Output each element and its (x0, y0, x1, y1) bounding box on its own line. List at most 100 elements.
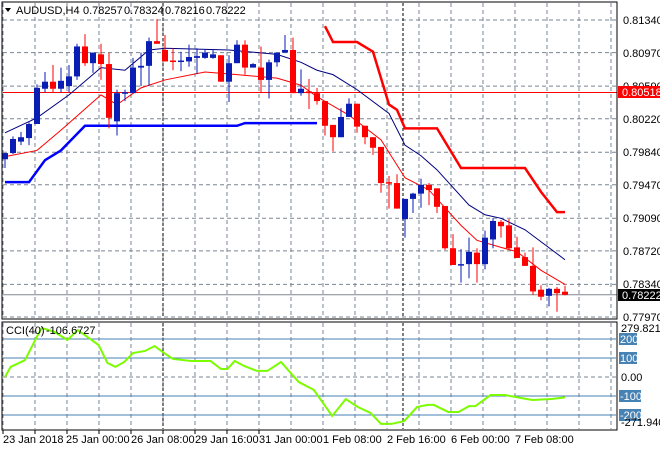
cci-level-label: 100 (620, 353, 638, 365)
candle-body (194, 56, 200, 58)
price-panel[interactable] (2, 19, 617, 312)
bearish-candle (170, 48, 176, 71)
candle-body (506, 225, 512, 249)
bullish-candle (122, 89, 128, 102)
candle-body (58, 80, 64, 89)
candle-body (50, 81, 56, 89)
time-tick: 6 Feb 00:00 (451, 434, 510, 446)
bearish-candle (506, 219, 512, 251)
close-value: 0.78222 (206, 5, 246, 17)
alert-price-label: 0.80518 (622, 87, 660, 99)
candle-body (434, 188, 440, 207)
candle-body (154, 41, 160, 44)
high-value: 0.78324 (124, 5, 164, 17)
candle-body (274, 52, 280, 63)
candle-body (314, 93, 320, 102)
candle-body (122, 92, 128, 94)
candle-body (546, 288, 552, 296)
candle-body (354, 103, 360, 127)
candle-body (146, 41, 152, 66)
bearish-candle (330, 124, 336, 152)
candle-body (322, 101, 328, 126)
price-tick: 0.79470 (623, 180, 660, 192)
candle-body (114, 93, 120, 122)
bearish-candle (218, 55, 224, 82)
cci-value: -106.6727 (46, 325, 96, 337)
cci-level-label: 200 (620, 334, 638, 346)
bearish-candle (498, 220, 504, 238)
bullish-candle (26, 122, 32, 146)
bullish-candle (146, 37, 152, 87)
bullish-candle (202, 49, 208, 59)
candle-body (306, 91, 312, 94)
cci-level-label: -100 (620, 391, 642, 403)
bearish-candle (242, 40, 248, 75)
cci-min-label: -271.9403 (621, 417, 660, 429)
bullish-candle (490, 218, 496, 249)
candle-body (386, 182, 392, 184)
candle-body (482, 237, 488, 265)
cci-panel[interactable] (3, 326, 616, 425)
candle-body (10, 138, 16, 154)
bullish-candle (34, 84, 40, 124)
bullish-candle (418, 178, 424, 208)
candle-body (394, 183, 400, 209)
bullish-candle (74, 43, 80, 80)
candle-body (106, 64, 112, 118)
bearish-candle (538, 285, 544, 301)
candle-body (530, 265, 536, 292)
candle-body (330, 124, 336, 138)
price-tick: 0.80220 (623, 114, 660, 126)
low-value: 0.78216 (165, 5, 205, 17)
bearish-candle (474, 248, 480, 283)
candle-body (538, 289, 544, 297)
bearish-candle (530, 247, 536, 295)
bullish-candle (274, 52, 280, 67)
candle-body (562, 291, 568, 295)
candle-body (370, 137, 376, 148)
bearish-candle (434, 188, 440, 214)
cci-zero-label: 0.00 (621, 372, 642, 384)
symbol-label: AUDUSD,H4 (16, 5, 80, 17)
candle-body (138, 65, 144, 68)
candle-body (82, 46, 88, 64)
cci-line (4, 326, 566, 425)
candle-body (74, 46, 80, 77)
bullish-candle (234, 40, 240, 64)
candle-body (34, 87, 40, 124)
bullish-candle (282, 34, 288, 53)
price-panel-frame (1, 1, 618, 320)
candle-body (418, 184, 424, 194)
candle-body (242, 44, 248, 68)
slow-moving-average (4, 47, 566, 261)
candle-body (498, 221, 504, 227)
bullish-candle (338, 108, 344, 138)
bearish-candle (554, 287, 560, 312)
bearish-candle (362, 125, 368, 145)
candle-body (218, 55, 224, 82)
candle-body (514, 247, 520, 258)
bearish-candle (154, 19, 160, 44)
triangle-down-icon[interactable] (5, 8, 11, 12)
candle-body (26, 123, 32, 139)
price-tick: 0.79090 (623, 213, 660, 225)
trading-chart[interactable]: AUDUSD,H4 0.78257 0.78324 0.78216 0.7822… (0, 0, 660, 450)
candle-body (2, 153, 8, 160)
candle-body (250, 64, 256, 68)
bullish-candle (130, 57, 136, 94)
bearish-candle (442, 205, 448, 251)
time-tick: 26 Jan 08:00 (131, 434, 195, 446)
candle-body (90, 52, 96, 64)
candle-body (282, 49, 288, 53)
candle-body (522, 257, 528, 266)
price-tick: 0.78720 (623, 246, 660, 258)
candle-body (458, 264, 464, 266)
bullish-candle (346, 98, 352, 117)
bullish-candle (90, 52, 96, 73)
bullish-candle (10, 136, 16, 154)
time-tick: 31 Jan 00:00 (259, 434, 323, 446)
price-axis: 0.81340 0.80970 0.80590 0.80220 0.79840 … (618, 15, 660, 324)
bearish-candle (514, 236, 520, 258)
candle-body (490, 220, 496, 240)
candle-body (338, 116, 344, 138)
